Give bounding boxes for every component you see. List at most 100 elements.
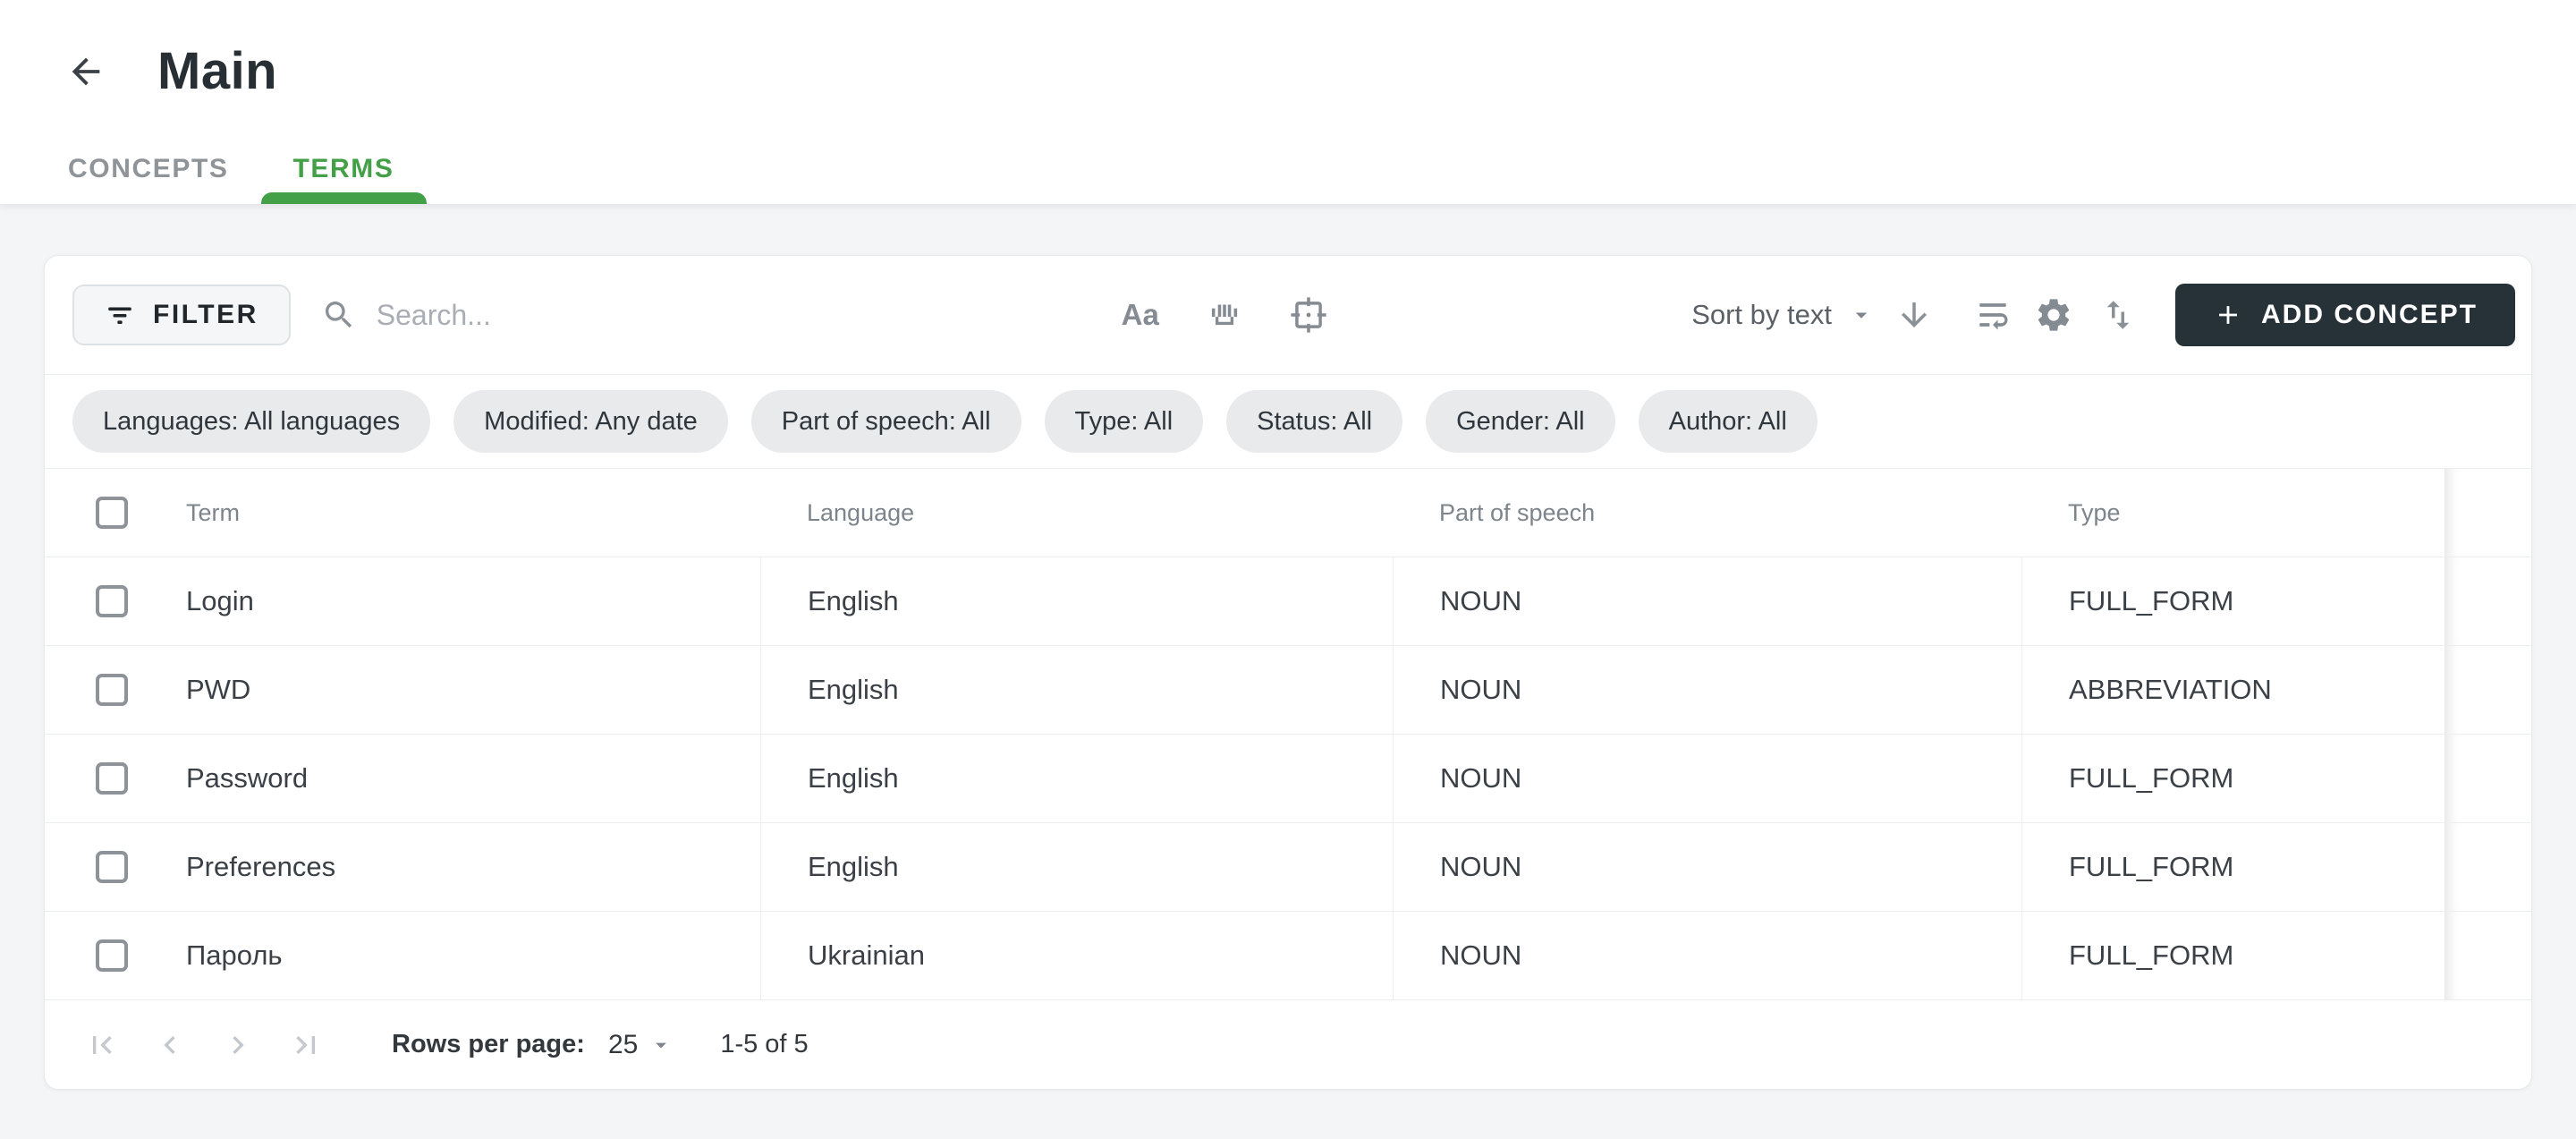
filter-chip-author[interactable]: Author: All <box>1639 390 1818 453</box>
column-header-language[interactable]: Language <box>760 499 1393 527</box>
table-row[interactable]: Login English NOUN FULL_FORM <box>45 557 2531 645</box>
tab-concepts[interactable]: CONCEPTS <box>36 134 261 204</box>
settings-button[interactable] <box>2032 293 2075 336</box>
add-concept-label: ADD CONCEPT <box>2261 300 2478 330</box>
table-row[interactable]: Пароль Ukrainian NOUN FULL_FORM <box>45 911 2531 999</box>
part-of-speech-cell: NOUN <box>1393 557 2021 645</box>
table-row[interactable]: Preferences English NOUN FULL_FORM <box>45 822 2531 911</box>
rows-per-page-select[interactable]: 25 <box>608 1030 674 1060</box>
filter-chip-part-of-speech[interactable]: Part of speech: All <box>751 390 1021 453</box>
tab-concepts-label: CONCEPTS <box>68 154 229 184</box>
import-export-button[interactable] <box>2097 293 2140 336</box>
filter-button[interactable]: FILTER <box>72 285 291 345</box>
pagination-bar: Rows per page: 25 1-5 of 5 <box>45 999 2531 1089</box>
wrap-text-icon <box>1973 295 2012 335</box>
tab-terms[interactable]: TERMS <box>261 134 427 204</box>
rows-per-page-label: Rows per page: <box>392 1030 585 1059</box>
regex-frame-button[interactable] <box>1287 293 1330 336</box>
toolbar: FILTER Aa <box>45 256 2531 375</box>
focus-frame-icon <box>1287 293 1330 336</box>
tab-bar: CONCEPTS TERMS <box>36 134 427 204</box>
part-of-speech-cell: NOUN <box>1393 823 2021 911</box>
pinned-column-spacer <box>2445 557 2531 645</box>
rows-per-page-value: 25 <box>608 1030 638 1060</box>
term-cell: Password <box>179 735 760 822</box>
plus-icon <box>2213 300 2243 330</box>
row-checkbox[interactable] <box>96 762 128 795</box>
row-checkbox[interactable] <box>96 585 128 617</box>
filter-chips-row: Languages: All languages Modified: Any d… <box>45 375 2531 469</box>
last-page-icon <box>288 1027 324 1063</box>
terms-table: Term Language Part of speech Type Login … <box>45 469 2531 999</box>
next-page-button[interactable] <box>216 1024 259 1067</box>
language-cell: English <box>760 823 1393 911</box>
toolbar-right: Sort by text <box>1691 284 2515 346</box>
filter-chip-modified[interactable]: Modified: Any date <box>453 390 728 453</box>
type-cell: FULL_FORM <box>2021 823 2445 911</box>
row-checkbox-cell <box>45 823 179 911</box>
add-concept-button[interactable]: ADD CONCEPT <box>2175 284 2515 346</box>
active-tab-indicator <box>261 192 427 204</box>
table-row[interactable]: PWD English NOUN ABBREVIATION <box>45 645 2531 734</box>
sort-select[interactable]: Sort by text <box>1691 299 1875 331</box>
part-of-speech-cell: NOUN <box>1393 646 2021 734</box>
select-all-checkbox[interactable] <box>96 497 128 529</box>
back-button[interactable] <box>61 47 111 97</box>
pagination-nav <box>80 1024 327 1067</box>
pagination-range: 1-5 of 5 <box>720 1030 808 1059</box>
search-options: Aa <box>1119 293 1330 336</box>
import-export-icon <box>2099 296 2137 334</box>
header-top: Main <box>0 0 2576 101</box>
filter-chip-languages[interactable]: Languages: All languages <box>72 390 430 453</box>
wrap-text-button[interactable] <box>1971 293 2014 336</box>
term-cell: PWD <box>179 646 760 734</box>
filter-lines-icon <box>105 300 135 330</box>
gear-icon <box>2034 295 2073 335</box>
type-cell: FULL_FORM <box>2021 557 2445 645</box>
term-cell: Login <box>179 557 760 645</box>
type-cell: FULL_FORM <box>2021 912 2445 999</box>
table-header-row: Term Language Part of speech Type <box>45 469 2531 557</box>
filter-chip-status[interactable]: Status: All <box>1226 390 1402 453</box>
language-cell: English <box>760 735 1393 822</box>
sort-direction-button[interactable] <box>1893 293 1936 336</box>
part-of-speech-cell: NOUN <box>1393 735 2021 822</box>
language-cell: English <box>760 646 1393 734</box>
row-checkbox-cell <box>45 912 179 999</box>
table-row[interactable]: Password English NOUN FULL_FORM <box>45 734 2531 822</box>
previous-page-button[interactable] <box>148 1024 191 1067</box>
pinned-column-spacer <box>2445 912 2531 999</box>
terms-card: FILTER Aa <box>44 255 2532 1090</box>
row-checkbox-cell <box>45 557 179 645</box>
arrow-left-icon <box>65 51 106 92</box>
first-page-button[interactable] <box>80 1024 123 1067</box>
pinned-column-spacer <box>2445 823 2531 911</box>
part-of-speech-cell: NOUN <box>1393 912 2021 999</box>
match-case-button[interactable]: Aa <box>1119 293 1162 336</box>
type-cell: FULL_FORM <box>2021 735 2445 822</box>
column-header-part-of-speech[interactable]: Part of speech <box>1393 499 2021 527</box>
language-cell: Ukrainian <box>760 912 1393 999</box>
header-checkbox-cell <box>45 469 179 557</box>
term-cell: Пароль <box>179 912 760 999</box>
row-checkbox[interactable] <box>96 939 128 972</box>
search-box <box>321 297 1003 333</box>
row-checkbox[interactable] <box>96 674 128 706</box>
pinned-column-spacer <box>2445 735 2531 822</box>
barcode-icon <box>1204 294 1245 336</box>
filter-chip-gender[interactable]: Gender: All <box>1426 390 1614 453</box>
whole-word-button[interactable] <box>1203 293 1246 336</box>
search-icon <box>321 297 357 333</box>
last-page-button[interactable] <box>284 1024 327 1067</box>
search-input[interactable] <box>377 299 1003 332</box>
row-checkbox-cell <box>45 735 179 822</box>
filter-button-label: FILTER <box>153 300 258 330</box>
match-case-icon: Aa <box>1122 298 1159 332</box>
pinned-column-spacer <box>2445 646 2531 734</box>
row-checkbox[interactable] <box>96 851 128 883</box>
filter-chip-type[interactable]: Type: All <box>1045 390 1204 453</box>
language-cell: English <box>760 557 1393 645</box>
column-header-term[interactable]: Term <box>179 499 760 527</box>
row-checkbox-cell <box>45 646 179 734</box>
column-header-type[interactable]: Type <box>2021 499 2445 527</box>
